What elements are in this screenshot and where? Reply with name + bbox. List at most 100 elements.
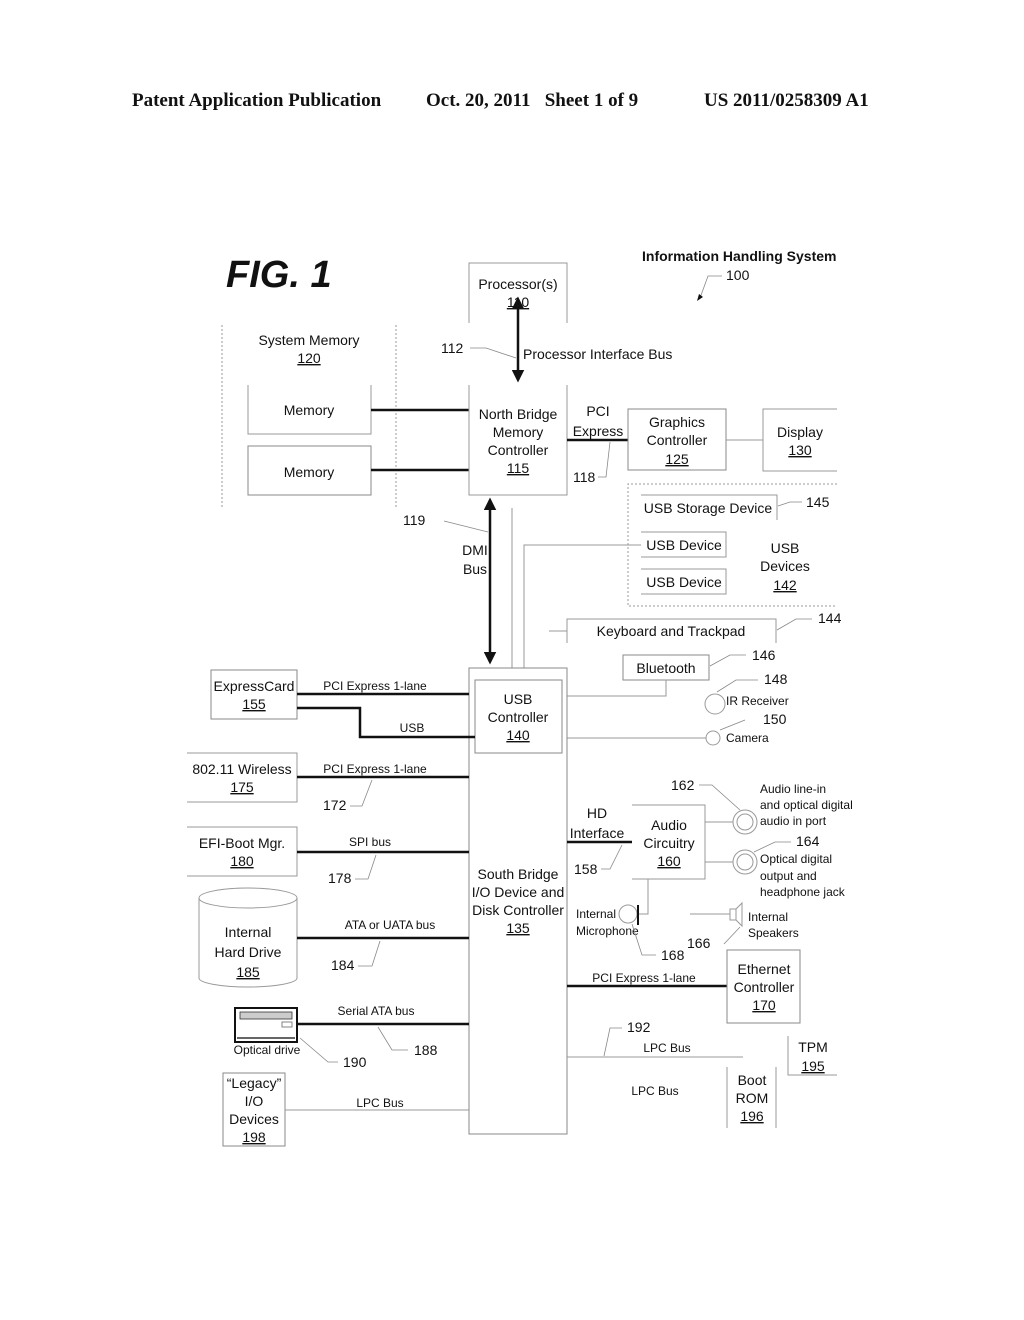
legacy-ref: 198 xyxy=(242,1129,266,1145)
sata-bus-label: Serial ATA bus xyxy=(338,1004,415,1018)
optical-drive-label: Optical drive xyxy=(234,1043,301,1057)
south-bridge-label-3: Disk Controller xyxy=(472,902,564,918)
north-bridge-ref: 115 xyxy=(507,460,530,476)
memory-block-2: Memory xyxy=(247,445,372,496)
ata-bus-ref: 184 xyxy=(331,957,355,973)
tpm-label: TPM xyxy=(798,1039,828,1055)
keyboard-leader xyxy=(776,618,812,631)
usb-controller-label-1: USB xyxy=(504,691,533,707)
speaker-icon xyxy=(729,901,743,928)
audio-out-label-2: output and xyxy=(760,869,817,883)
wireless-pcie-leader xyxy=(350,779,373,807)
expresscard-usb-link xyxy=(297,706,475,739)
pci-express-leader xyxy=(598,441,611,478)
keyboard-ref: 144 xyxy=(818,610,842,626)
ir-receiver-icon xyxy=(704,693,726,715)
graphics-label-2: Controller xyxy=(647,432,708,448)
usb-device-2-label: USB Device xyxy=(646,574,722,590)
legacy-io-devices-block: “Legacy” I/O Devices 198 xyxy=(222,1072,286,1147)
usb-devices-label-2: Devices xyxy=(760,558,810,574)
ata-bus-label: ATA or UATA bus xyxy=(345,918,435,932)
hd-interface-ref: 158 xyxy=(574,861,598,877)
pci-express-ref: 118 xyxy=(573,469,596,485)
audio-circuitry-block: Audio Circuitry 160 xyxy=(632,804,706,880)
audio-in-label-1: Audio line-in xyxy=(760,782,826,796)
sata-bus-ref: 188 xyxy=(414,1042,438,1058)
hard-drive-ref: 185 xyxy=(236,964,260,980)
dmi-ref: 119 xyxy=(403,512,426,528)
usb-controller-block: USB Controller 140 xyxy=(474,679,563,754)
microphone-ref: 168 xyxy=(661,947,685,963)
south-bridge-label-2: I/O Device and xyxy=(472,884,565,900)
audio-out-ref: 164 xyxy=(796,833,820,849)
camera-label: Camera xyxy=(726,731,769,745)
north-bridge-label-3: Controller xyxy=(488,442,549,458)
block-diagram: FIG. 1 Information Handling System 100 S… xyxy=(187,248,853,1147)
camera-ref: 150 xyxy=(763,711,787,727)
speakers-leader xyxy=(723,926,741,945)
efi-ref: 180 xyxy=(230,853,254,869)
hd-interface-label-2: Interface xyxy=(570,825,625,841)
keyboard-trackpad-block: Keyboard and Trackpad xyxy=(566,618,777,643)
audio-in-label-3: audio in port xyxy=(760,814,827,828)
usb-device-1: USB Device xyxy=(641,531,727,558)
usb-device-1-label: USB Device xyxy=(646,537,722,553)
ir-receiver-leader xyxy=(716,679,758,693)
headphone-jack-icon xyxy=(732,849,758,875)
legacy-lpc-label: LPC Bus xyxy=(356,1096,403,1110)
audio-in-port-icon xyxy=(732,809,758,835)
graphics-ref: 125 xyxy=(665,451,689,467)
system-title: Information Handling System xyxy=(642,248,836,264)
display-ref: 130 xyxy=(788,442,812,458)
graphics-label-1: Graphics xyxy=(649,414,705,430)
system-arrow-icon xyxy=(697,294,703,301)
bluetooth-link xyxy=(562,680,667,697)
microphone-icon xyxy=(618,904,638,924)
usb-devices-ref: 142 xyxy=(773,577,797,593)
dmi-label-2: Bus xyxy=(463,561,487,577)
hard-drive-label-1: Internal xyxy=(225,924,272,940)
memory-label-2: Memory xyxy=(284,464,335,480)
expresscard-ref: 155 xyxy=(242,696,266,712)
boot-rom-label-2: ROM xyxy=(736,1090,769,1106)
ethernet-label-1: Ethernet xyxy=(738,961,791,977)
boot-rom-ref: 196 xyxy=(740,1108,764,1124)
optical-drive-leader xyxy=(299,1037,338,1063)
bluetooth-ref: 146 xyxy=(752,647,776,663)
spi-bus-label: SPI bus xyxy=(349,835,391,849)
bluetooth-label: Bluetooth xyxy=(636,660,695,676)
memory-label-1: Memory xyxy=(284,402,335,418)
system-memory-label: System Memory xyxy=(258,332,359,348)
legacy-label-1: “Legacy” xyxy=(227,1075,282,1091)
audio-label-1: Audio xyxy=(651,817,687,833)
usb-controller-ref: 140 xyxy=(506,727,530,743)
processor-bus-label: Processor Interface Bus xyxy=(523,346,672,362)
ethernet-controller-block: Ethernet Controller 170 xyxy=(726,949,801,1024)
bluetooth-leader xyxy=(709,654,746,667)
lpc-bus-upper-leader xyxy=(603,1027,622,1057)
microphone-label-1: Internal xyxy=(576,907,616,921)
pci-express-label-1: PCI xyxy=(586,403,609,419)
legacy-label-2: I/O xyxy=(245,1093,264,1109)
north-bridge-label-2: Memory xyxy=(493,424,544,440)
hd-interface-leader xyxy=(601,844,623,870)
usb-device-2: USB Device xyxy=(641,568,727,595)
speakers-ref: 166 xyxy=(687,935,711,951)
south-bridge-label-1: South Bridge xyxy=(478,866,559,882)
dmi-leader xyxy=(443,520,489,533)
audio-out-leader xyxy=(753,841,791,853)
ir-receiver-label: IR Receiver xyxy=(726,694,789,708)
audio-in-label-2: and optical digital xyxy=(760,798,853,812)
expresscard-pcie-label: PCI Express 1-lane xyxy=(323,679,427,693)
wireless-block: 802.11 Wireless 175 xyxy=(187,752,298,803)
lpc-bus-lower-label: LPC Bus xyxy=(631,1084,678,1098)
processor-bus-leader xyxy=(470,347,517,359)
hd-interface-label-1: HD xyxy=(587,805,607,821)
spi-bus-ref: 178 xyxy=(328,870,352,886)
ir-receiver-ref: 148 xyxy=(764,671,788,687)
expresscard-block: ExpressCard 155 xyxy=(210,669,298,720)
display-label: Display xyxy=(777,424,823,440)
wireless-pcie-label: PCI Express 1-lane xyxy=(323,762,427,776)
dmi-label-1: DMI xyxy=(462,542,488,558)
system-ref: 100 xyxy=(726,267,750,283)
